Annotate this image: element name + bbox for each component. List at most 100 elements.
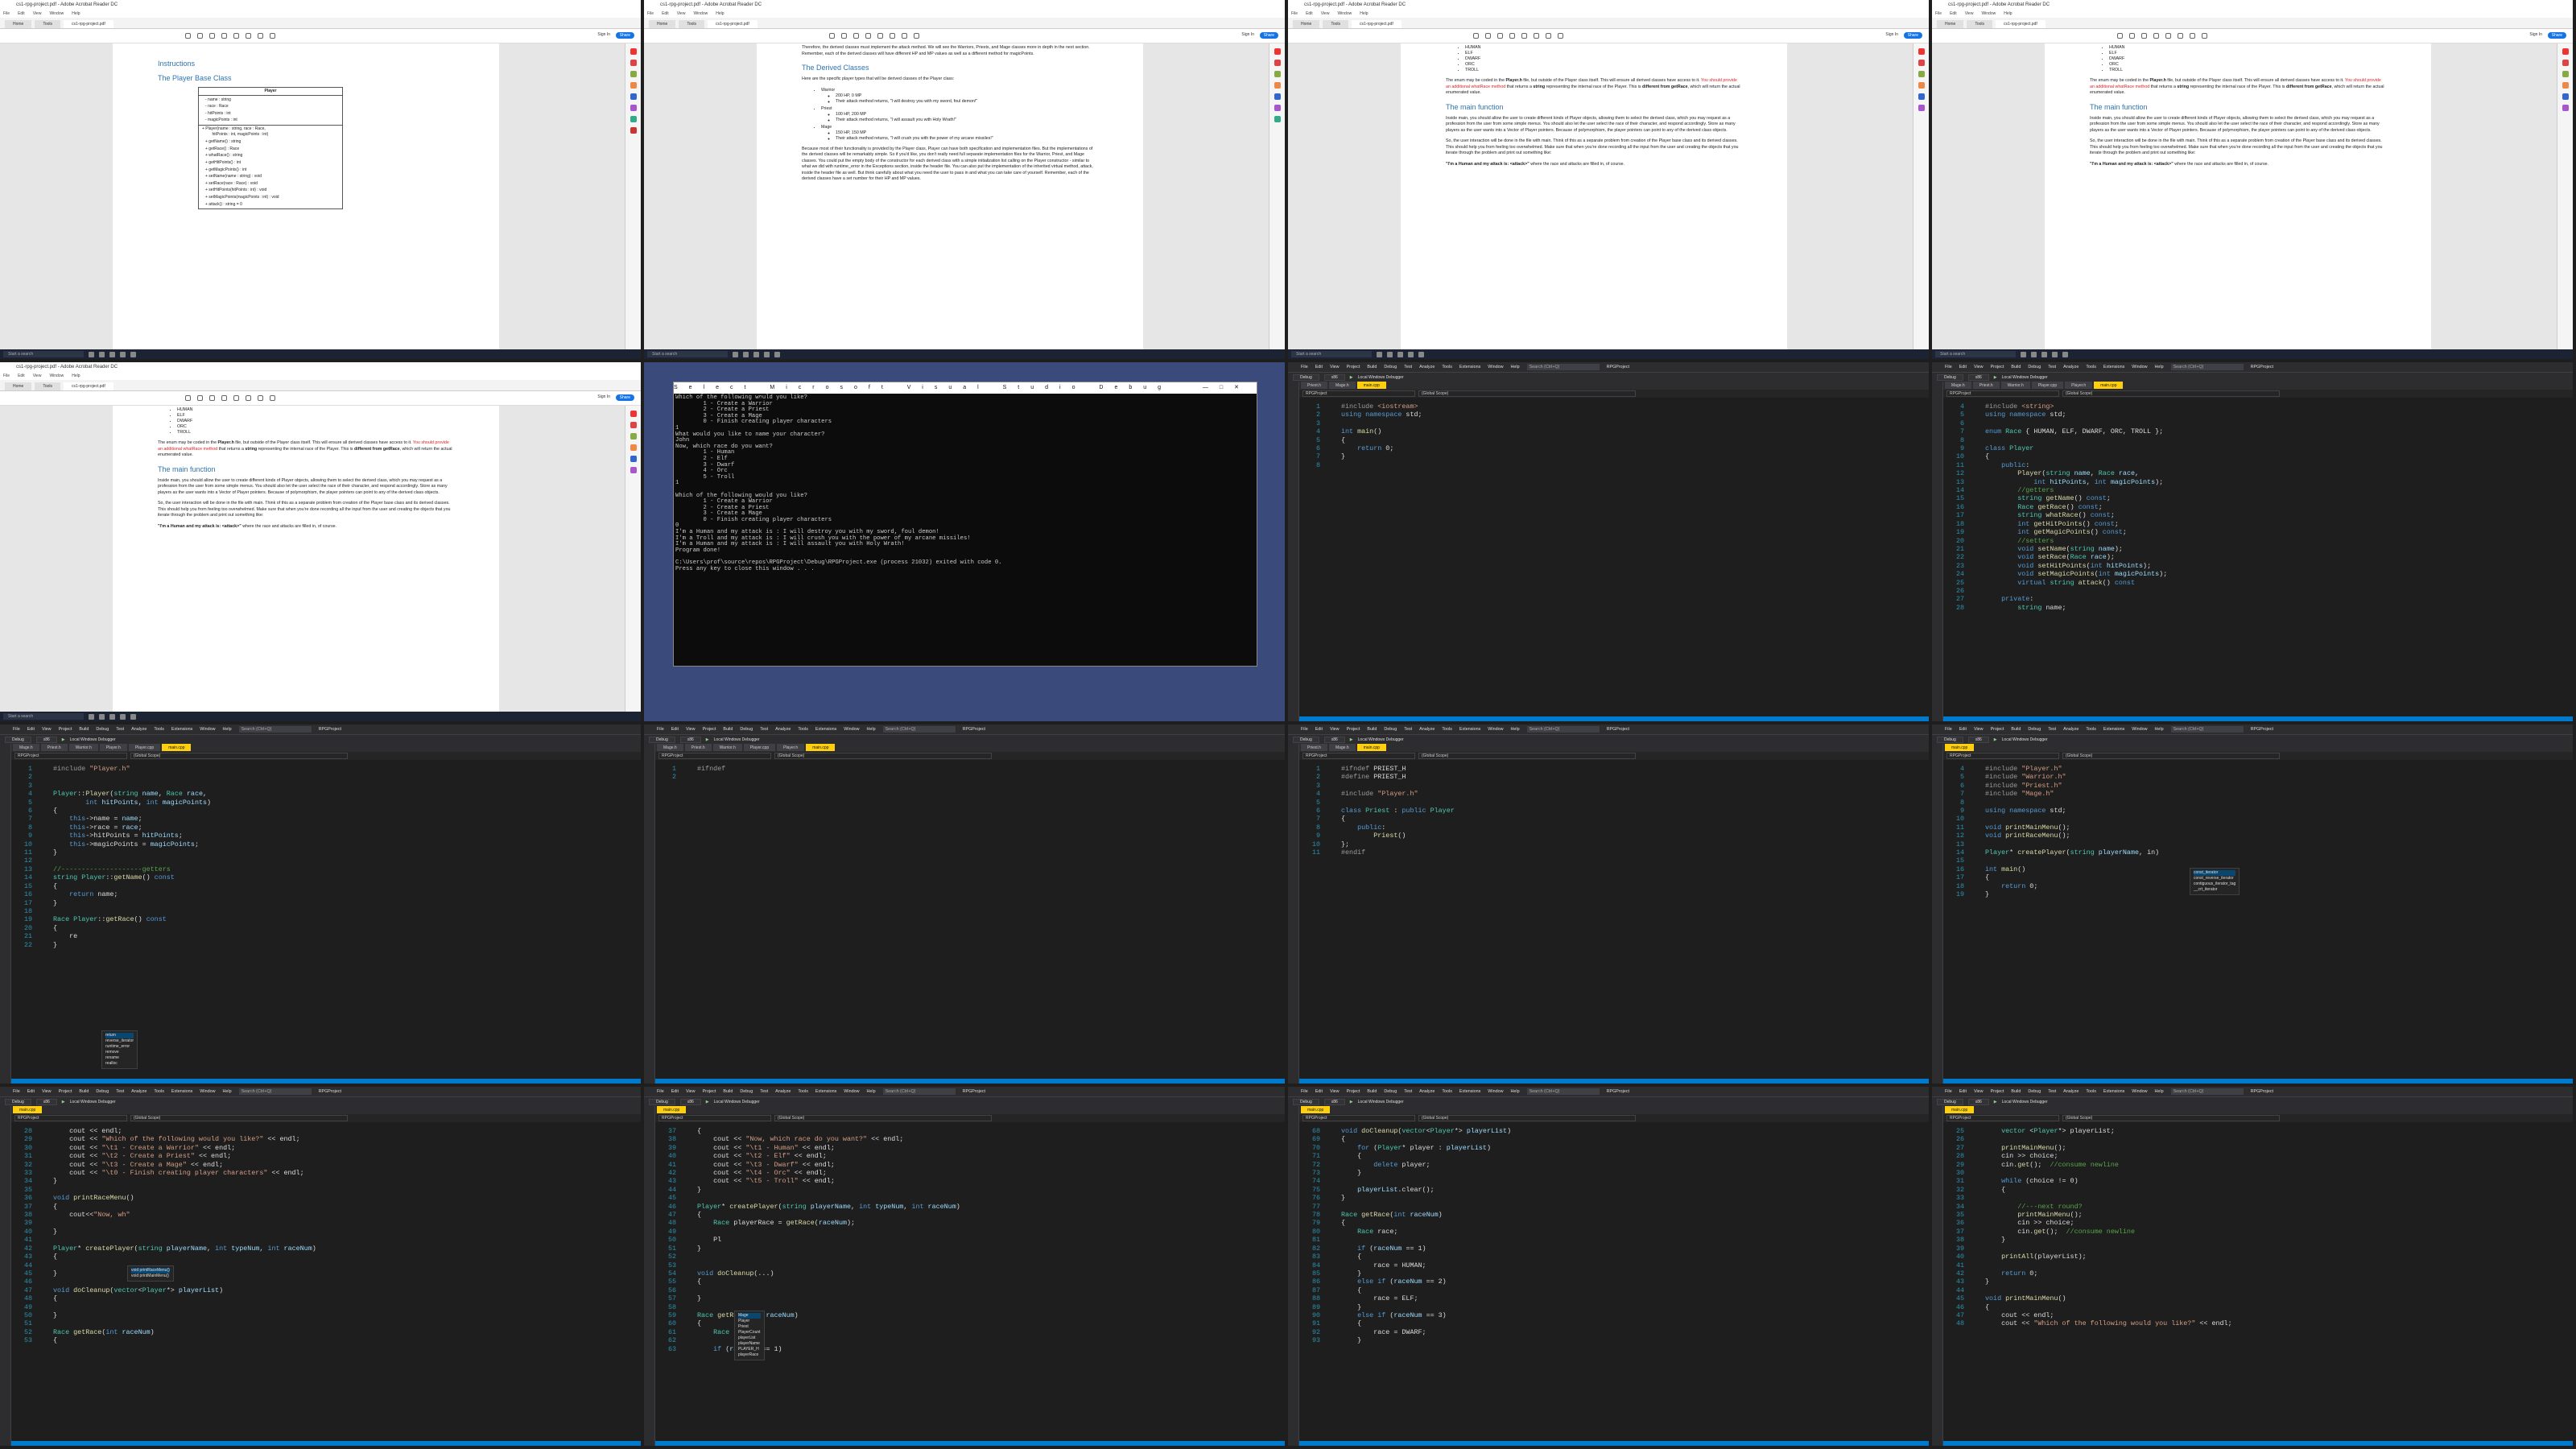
vs-menu-item[interactable]: Build <box>1367 1089 1377 1094</box>
vs-menu-item[interactable]: Tools <box>798 727 808 732</box>
vs-menu-item[interactable]: Project <box>1991 1089 2004 1094</box>
vs-menu-item[interactable]: Analyze <box>1419 365 1435 369</box>
vs-menu-item[interactable]: File <box>1301 365 1308 369</box>
editor-tab[interactable]: Mage.h <box>13 744 39 751</box>
vs-menu-item[interactable]: File <box>1945 727 1952 732</box>
vs-menu-item[interactable]: Extensions <box>2103 365 2124 369</box>
vs-toolbar[interactable]: Debug x86 ▶ Local Windows Debugger <box>1288 1096 1929 1106</box>
nav-bar[interactable]: RPGProject (Global Scope) <box>1943 752 2573 760</box>
vs-menu-item[interactable]: Build <box>2011 365 2021 369</box>
platform-dropdown[interactable]: x86 <box>1323 374 1345 381</box>
code-text[interactable]: 1 #ifndef 2 <box>655 765 729 782</box>
vs-toolbar[interactable]: Debug x86 ▶ Local Windows Debugger <box>644 734 1285 744</box>
run-icon[interactable]: ▶ <box>62 737 65 742</box>
editor-tab[interactable]: Priest.h <box>40 744 68 751</box>
reader-tabs[interactable]: Home Tools cs1-rpg-project.pdf <box>0 18 641 29</box>
solution-sidebar[interactable] <box>644 1106 655 1446</box>
vs-menu-item[interactable]: Build <box>2011 727 2021 732</box>
nav-bar[interactable]: RPGProject (Global Scope) <box>655 1114 1285 1122</box>
intellisense-item[interactable]: const_iterator <box>2194 870 2236 876</box>
vs-menu-item[interactable]: Build <box>1367 365 1377 369</box>
platform-dropdown[interactable]: x86 <box>679 736 701 743</box>
vs-menu-bar[interactable]: File Edit View Project Build Debug Test Analyze… <box>1932 1087 2573 1096</box>
nav-bar[interactable]: RPGProject (Global Scope) <box>11 1114 641 1122</box>
vs-menu-bar[interactable]: File Edit View Project Build Debug Test Analyze… <box>0 724 641 734</box>
vs-menu-bar[interactable]: File Edit View Project Build Debug Test Analyze… <box>1932 362 2573 372</box>
editor-tab[interactable]: main.cpp <box>1945 1106 1975 1113</box>
vs-menu-item[interactable]: Debug <box>2028 365 2041 369</box>
vs-menu-item[interactable]: Tools <box>798 1089 808 1094</box>
editor-tabs[interactable]: Mage.h Priest.h Warrior.h Player.h Player.cp… <box>11 744 641 752</box>
vs-menu-item[interactable]: Test <box>760 1089 768 1094</box>
intellisense-item[interactable]: playerRace <box>738 1352 761 1358</box>
run-button[interactable]: Local Windows Debugger <box>1358 737 1404 742</box>
code-editor[interactable]: 1 #ifndef 2 <box>655 760 1285 1084</box>
select-icon[interactable] <box>246 33 251 39</box>
code-text[interactable]: 1 #include <iostream> 2 using namespace st… <box>1299 402 1422 469</box>
search-icon[interactable] <box>221 33 227 39</box>
vs-menu-item[interactable]: View <box>1974 365 1984 369</box>
vs-menu-item[interactable]: Debug <box>96 1089 109 1094</box>
vs-menu-item[interactable]: Analyze <box>131 1089 147 1094</box>
vs-menu-item[interactable]: Edit <box>1959 1089 1967 1094</box>
editor-tab[interactable]: main.cpp <box>657 1106 687 1113</box>
vs-menu-item[interactable]: Extensions <box>1459 365 1480 369</box>
vs-menu-item[interactable]: Tools <box>154 727 164 732</box>
vs-menu-item[interactable]: Debug <box>1384 727 1397 732</box>
editor-tab[interactable]: main.cpp <box>162 744 192 751</box>
vs-menu-item[interactable]: Edit <box>1315 727 1323 732</box>
editor-tabs[interactable]: main.cpp <box>655 1106 1285 1114</box>
vs-menu-item[interactable]: Test <box>2048 727 2056 732</box>
vs-toolbar[interactable]: Debug x86 ▶ Local Windows Debugger <box>0 1096 641 1106</box>
vs-menu-item[interactable]: Help <box>866 1089 875 1094</box>
vs-search-box[interactable]: Search (Ctrl+Q) <box>2170 726 2244 733</box>
solution-sidebar[interactable] <box>1288 382 1299 721</box>
vs-search-box[interactable]: Search (Ctrl+Q) <box>882 726 956 733</box>
vs-menu-item[interactable]: Tools <box>1442 727 1452 732</box>
vs-menu-item[interactable]: Edit <box>671 727 679 732</box>
vs-menu-item[interactable]: Build <box>723 727 733 732</box>
vs-menu-bar[interactable]: File Edit View Project Build Debug Test Analyze… <box>1288 1087 1929 1096</box>
run-icon[interactable]: ▶ <box>1994 1100 1997 1104</box>
intellisense-item[interactable]: contiguous_iterator_tag <box>2194 881 2235 887</box>
vs-menu-item[interactable]: View <box>42 727 52 732</box>
editor-tab[interactable]: Player.cpp <box>743 744 776 751</box>
taskbar[interactable]: Start a search <box>0 349 641 359</box>
vs-menu-item[interactable]: Debug <box>740 727 753 732</box>
vs-menu-item[interactable]: Analyze <box>775 1089 791 1094</box>
intellisense-item[interactable]: const_reverse_iterator <box>2194 876 2235 881</box>
document-area[interactable]: HUMANELFDWARFORCTROLL The enum may be co… <box>1288 43 1913 349</box>
editor-tab[interactable]: Player.h <box>2065 382 2093 389</box>
config-dropdown[interactable]: Debug <box>1293 1098 1319 1105</box>
vs-menu-item[interactable]: Analyze <box>2063 365 2079 369</box>
zoom-icon[interactable] <box>233 33 239 39</box>
run-icon[interactable]: ▶ <box>706 737 709 742</box>
editor-tab[interactable]: Player.h <box>777 744 805 751</box>
nav-bar[interactable]: RPGProject (Global Scope) <box>11 752 641 760</box>
vs-menu-item[interactable]: Project <box>1347 727 1360 732</box>
editor-tab[interactable]: Mage.h <box>1328 744 1356 751</box>
code-text[interactable]: 25 vector <Player*> playerList; 26 27 pr… <box>1943 1127 2232 1328</box>
editor-tab[interactable]: Priest.h <box>684 744 712 751</box>
mail-icon[interactable] <box>209 33 215 39</box>
print-icon[interactable] <box>197 33 203 39</box>
run-button[interactable]: Local Windows Debugger <box>714 1100 760 1104</box>
vs-menu-bar[interactable]: File Edit View Project Build Debug Test Analyze… <box>644 724 1285 734</box>
intellisense-item[interactable]: playerName <box>738 1341 761 1347</box>
sign-in-link[interactable]: Sign In <box>597 32 610 37</box>
editor-tab[interactable]: Warrior.h <box>68 744 98 751</box>
config-dropdown[interactable]: Debug <box>5 736 31 743</box>
platform-dropdown[interactable]: x86 <box>679 1098 701 1105</box>
vs-menu-item[interactable]: View <box>1974 727 1984 732</box>
intellisense-item[interactable]: PLAYER_H <box>738 1347 761 1352</box>
code-editor[interactable]: 1 #ifndef PRIEST_H 2 #define PRIEST_H 3 4 #… <box>1299 760 1929 1084</box>
vs-search-box[interactable]: Search (Ctrl+Q) <box>882 1088 956 1095</box>
vs-search-box[interactable]: Search (Ctrl+Q) <box>1526 364 1600 370</box>
solution-sidebar[interactable] <box>1932 744 1943 1084</box>
config-dropdown[interactable]: Debug <box>649 736 675 743</box>
editor-tab[interactable]: Player.cpp <box>2031 382 2064 389</box>
debug-console-window[interactable]: Select Microsoft Visual Studio Debug Con… <box>673 382 1257 667</box>
run-button[interactable]: Local Windows Debugger <box>2002 737 2048 742</box>
vs-menu-item[interactable]: Extensions <box>171 1089 192 1094</box>
editor-tab[interactable]: Priest.h <box>1972 382 2000 389</box>
